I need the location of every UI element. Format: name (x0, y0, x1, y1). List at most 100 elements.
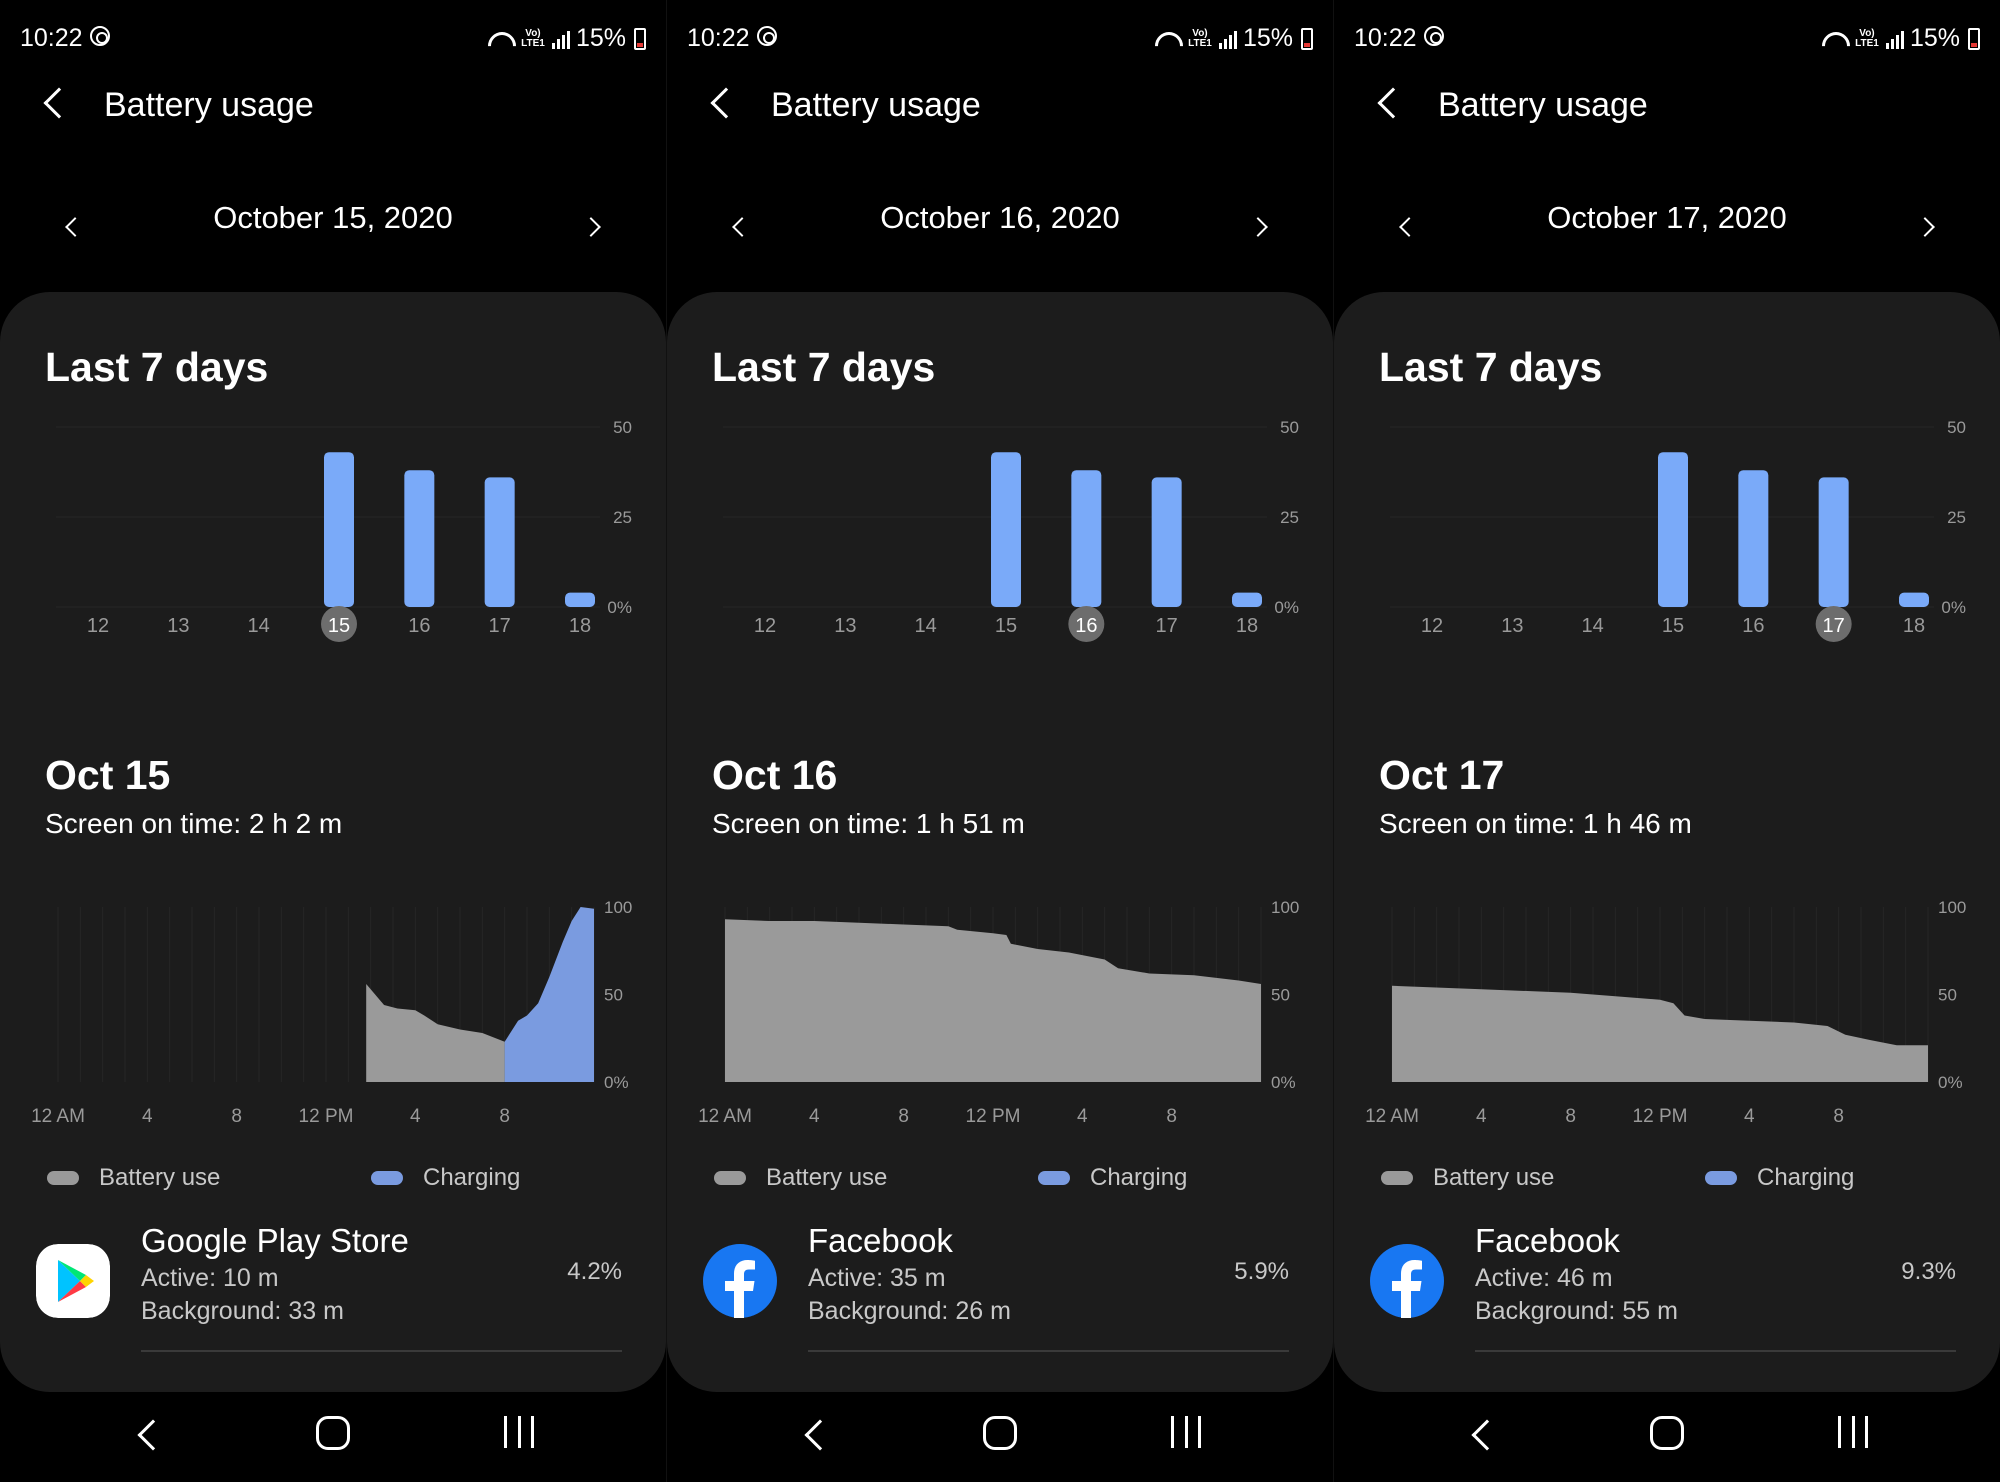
bar-x-tick-16[interactable]: 16 (408, 615, 430, 637)
bar-x-tick-14[interactable]: 14 (1582, 615, 1604, 637)
screen-on-time: Screen on time: 2 h 2 m (45, 808, 343, 839)
bar-x-tick-18[interactable]: 18 (569, 615, 591, 637)
nav-home-icon[interactable] (316, 1416, 350, 1450)
page-title: Battery usage (1438, 86, 1648, 124)
back-arrow-icon[interactable] (1377, 87, 1409, 119)
day-bar-17[interactable] (1151, 477, 1182, 607)
row-divider (1475, 1350, 1956, 1352)
bar-x-tick-14[interactable]: 14 (248, 615, 270, 637)
day-bar-17[interactable] (1818, 477, 1849, 607)
signal-icon (1885, 29, 1904, 49)
bar-x-tick-18[interactable]: 18 (1903, 615, 1925, 637)
app-usage-row[interactable]: Facebook Active: 35 m Background: 26 m 5… (667, 1222, 1333, 1352)
nav-recent-apps-icon[interactable] (1171, 1416, 1201, 1448)
weekly-bar-chart[interactable]: 50 25 0% 12 13 14 15 16 17 18 (667, 412, 1333, 642)
volte-icon: Vo) LTE1 (1188, 27, 1212, 49)
signal-icon (1218, 29, 1237, 49)
day-bar-18[interactable] (565, 592, 595, 607)
wifi-icon (486, 28, 514, 50)
bar-x-tick-15[interactable]: 15 (328, 615, 350, 637)
date-navigator: October 15, 2020 (0, 196, 666, 246)
bar-x-tick-12[interactable]: 12 (87, 615, 109, 637)
back-arrow-icon[interactable] (710, 87, 742, 119)
system-nav-bar (667, 1408, 1333, 1468)
area-y-tick: 50 (1938, 986, 1957, 1005)
bar-x-tick-13[interactable]: 13 (1501, 615, 1523, 637)
volte-icon: Vo) LTE1 (1855, 27, 1879, 49)
app-background-time: Background: 26 m (808, 1297, 1011, 1325)
area-x-tick: 8 (898, 1106, 909, 1127)
nav-recent-apps-icon[interactable] (504, 1416, 534, 1448)
charging-swatch (371, 1171, 403, 1185)
day-bar-15[interactable] (324, 452, 354, 607)
app-background-time: Background: 33 m (141, 1297, 344, 1325)
app-usage-row[interactable]: Facebook Active: 46 m Background: 55 m 9… (1334, 1222, 2000, 1352)
status-time: 10:22 (20, 24, 83, 52)
bar-y-tick: 0% (607, 598, 632, 617)
area-x-tick: 12 PM (1633, 1106, 1688, 1127)
bar-y-tick: 50 (613, 418, 632, 437)
day-bar-16[interactable] (404, 470, 435, 607)
day-bar-18[interactable] (1899, 592, 1929, 607)
last-7-days-heading: Last 7 days (45, 344, 269, 390)
day-bar-17[interactable] (484, 477, 515, 607)
day-bar-15[interactable] (991, 452, 1021, 607)
bar-x-tick-18[interactable]: 18 (1236, 615, 1258, 637)
area-y-tick: 100 (1938, 898, 1966, 917)
current-date: October 15, 2020 (213, 200, 453, 235)
area-x-tick: 8 (499, 1106, 510, 1127)
bar-x-tick-13[interactable]: 13 (834, 615, 856, 637)
day-bar-15[interactable] (1658, 452, 1688, 607)
bar-x-tick-16[interactable]: 16 (1742, 615, 1764, 637)
nav-home-icon[interactable] (983, 1416, 1017, 1450)
page-title: Battery usage (771, 86, 981, 124)
bar-x-tick-15[interactable]: 15 (995, 615, 1017, 637)
bar-x-tick-12[interactable]: 12 (1421, 615, 1443, 637)
nav-back-icon[interactable] (1471, 1419, 1503, 1451)
battery-use-area (725, 919, 1261, 1082)
page-title: Battery usage (104, 86, 314, 124)
screen-on-time: Screen on time: 1 h 51 m (712, 808, 1025, 839)
back-arrow-icon[interactable] (43, 87, 75, 119)
charging-swatch (1705, 1171, 1737, 1185)
area-x-tick: 4 (809, 1106, 820, 1127)
day-bar-16[interactable] (1738, 470, 1769, 607)
daily-battery-chart: 100 50 0% 12 AM 4 8 12 PM 4 8 (1365, 898, 1966, 1127)
battery-icon (1301, 27, 1313, 50)
screen-on-time: Screen on time: 1 h 46 m (1379, 808, 1692, 839)
battery-use-swatch (1381, 1171, 1413, 1185)
charging-swatch (1038, 1171, 1070, 1185)
battery-screen-oct-17: 10:22 Vo) LTE1 15% Battery usage October… (1334, 0, 2000, 1482)
area-x-tick: 4 (1744, 1106, 1755, 1127)
legend-charging-label: Charging (423, 1164, 521, 1191)
legend-charging-label: Charging (1090, 1164, 1188, 1191)
bar-x-tick-17[interactable]: 17 (1156, 615, 1178, 637)
nav-home-icon[interactable] (1650, 1416, 1684, 1450)
bar-x-tick-12[interactable]: 12 (754, 615, 776, 637)
do-not-disturb-icon (90, 26, 110, 46)
app-usage-row[interactable]: Google Play Store Active: 10 m Backgroun… (0, 1222, 666, 1352)
bar-x-tick-13[interactable]: 13 (167, 615, 189, 637)
chart-legend: Battery use Charging (1334, 1164, 2000, 1204)
row-divider (141, 1350, 622, 1352)
area-x-tick: 4 (142, 1106, 153, 1127)
bar-x-tick-17[interactable]: 17 (489, 615, 511, 637)
day-bar-18[interactable] (1232, 592, 1262, 607)
nav-back-icon[interactable] (137, 1419, 169, 1451)
legend-battery-use: Battery use (47, 1164, 220, 1192)
app-active-time: Active: 35 m (808, 1264, 946, 1292)
volte-icon: Vo) LTE1 (521, 27, 545, 49)
bar-x-tick-15[interactable]: 15 (1662, 615, 1684, 637)
bar-x-tick-16[interactable]: 16 (1075, 615, 1097, 637)
nav-recent-apps-icon[interactable] (1838, 1416, 1868, 1448)
weekly-bar-chart[interactable]: 50 25 0% 12 13 14 15 16 17 18 (0, 412, 666, 642)
area-y-tick: 100 (1271, 898, 1299, 917)
day-bar-16[interactable] (1071, 470, 1102, 607)
bar-x-tick-17[interactable]: 17 (1823, 615, 1845, 637)
chart-legend: Battery use Charging (0, 1164, 666, 1204)
daily-battery-chart: 100 50 0% 12 AM 4 8 12 PM 4 8 (698, 898, 1299, 1127)
weekly-bar-chart[interactable]: 50 25 0% 12 13 14 15 16 17 18 (1334, 412, 2000, 642)
bar-x-tick-14[interactable]: 14 (915, 615, 937, 637)
nav-back-icon[interactable] (804, 1419, 836, 1451)
current-date: October 17, 2020 (1547, 200, 1787, 235)
